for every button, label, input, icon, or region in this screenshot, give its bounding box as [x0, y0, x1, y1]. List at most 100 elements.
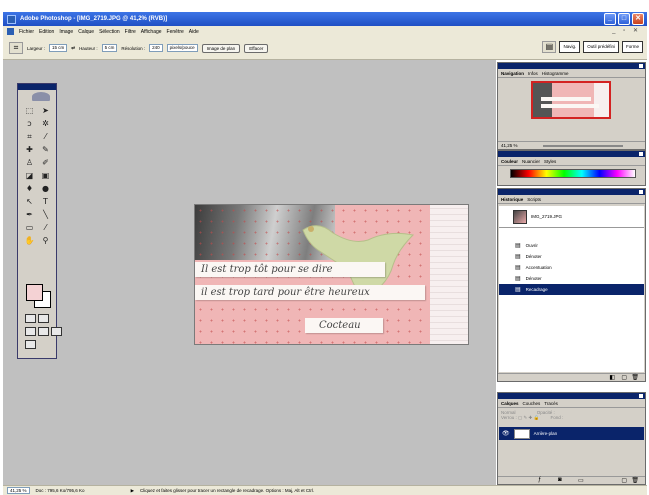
history-item[interactable]: ▤ Dénoter [499, 251, 644, 262]
path-selection-tool-icon[interactable]: ↖ [23, 197, 36, 207]
history-brush-tool-icon[interactable]: ✐ [39, 158, 52, 168]
navigator-titlebar[interactable] [498, 63, 645, 69]
brush-tool-icon[interactable]: ✎ [39, 145, 52, 155]
full-screen-menu-mode-icon[interactable] [38, 327, 49, 336]
swap-icon[interactable]: ⇄ [71, 45, 75, 51]
maximize-button[interactable]: □ [618, 13, 630, 25]
new-document-icon[interactable]: ▢ [621, 374, 627, 381]
quote-strip-1: Il est trop tôt pour se dire [195, 262, 385, 277]
standard-mode-icon[interactable] [25, 314, 36, 323]
standard-screen-mode-icon[interactable] [25, 327, 36, 336]
type-tool-icon[interactable]: T [39, 197, 52, 207]
tool-presets-tab[interactable]: Outil prédéfini [583, 41, 619, 53]
resolution-unit-select[interactable]: pixels/pouce [166, 44, 198, 52]
shape-tool-icon[interactable]: ╲ [39, 210, 52, 220]
new-layer-icon[interactable]: ▢ [621, 477, 627, 484]
magic-wand-tool-icon[interactable]: ✲ [39, 119, 52, 129]
tab-color[interactable]: Couleur [501, 159, 518, 164]
tool-grid: ⬚ ➤ ↄ ✲ ⌗ ⁄ ✚ ✎ ♙ ✐ ◪ ▣ ♦ ● ↖ T ✒ ╲ ▭ ⁄ … [23, 106, 53, 246]
color-titlebar[interactable] [498, 151, 645, 157]
navigator-thumbnail[interactable] [531, 81, 611, 119]
document-window-controls[interactable]: _ ▫ ✕ [612, 27, 641, 34]
notes-tool-icon[interactable]: ▭ [23, 223, 36, 233]
history-snapshot[interactable]: IMG_2719.JPG [499, 206, 644, 228]
history-item[interactable]: ▤ Dénoter [499, 273, 644, 284]
crop-tool-icon[interactable]: ⌗ [9, 42, 23, 54]
blur-tool-icon[interactable]: ♦ [23, 184, 36, 194]
pen-tool-icon[interactable]: ✒ [23, 210, 36, 220]
color-spectrum[interactable] [510, 169, 636, 178]
tab-channels[interactable]: Couches [523, 401, 541, 406]
crop-tool-icon[interactable]: ⌗ [23, 132, 36, 142]
healing-brush-tool-icon[interactable]: ✚ [23, 145, 36, 155]
tab-swatches[interactable]: Nuancier [522, 159, 540, 164]
layer-style-icon[interactable]: ƒ [538, 477, 541, 483]
zoom-field[interactable]: 41,25 % [7, 487, 30, 494]
tab-actions[interactable]: Scripts [527, 197, 541, 202]
new-folder-icon[interactable]: ▭ [578, 477, 584, 484]
front-image-button[interactable]: Image de plan [201, 43, 241, 53]
lock-icons[interactable]: ▢ ✎ ✚ 🔒 [518, 415, 539, 420]
slice-tool-icon[interactable]: ⁄ [39, 132, 52, 142]
clear-button[interactable]: Effacer [244, 43, 269, 53]
full-screen-mode-icon[interactable] [51, 327, 62, 336]
close-button[interactable]: ✕ [632, 13, 644, 25]
height-input[interactable]: 5 cm [101, 44, 118, 52]
menu-filter[interactable]: Filtre [125, 29, 136, 35]
history-item[interactable]: ▤ Accentuation [499, 262, 644, 273]
layers-titlebar[interactable] [498, 393, 645, 399]
document-canvas[interactable]: Il est trop tôt pour se dire il est trop… [194, 204, 469, 345]
minimize-button[interactable]: _ [604, 13, 616, 25]
gradient-tool-icon[interactable]: ▣ [39, 171, 52, 181]
new-snapshot-icon[interactable]: ◧ [609, 374, 615, 381]
layer-mask-icon[interactable]: ◙ [558, 477, 562, 483]
palette-well: ▤ Navig. Outil prédéfini Forme [542, 41, 643, 53]
tab-history[interactable]: Historique [501, 197, 523, 202]
tab-histogram[interactable]: Histogramme [542, 71, 569, 76]
marquee-tool-icon[interactable]: ⬚ [23, 106, 36, 116]
menu-app-icon[interactable] [7, 28, 14, 35]
move-tool-icon[interactable]: ➤ [39, 106, 52, 116]
file-browser-tab[interactable]: Navig. [559, 41, 581, 53]
menu-help[interactable]: Aide [189, 29, 199, 35]
menu-file[interactable]: Fichier [19, 29, 34, 35]
resolution-input[interactable]: 240 [149, 44, 163, 52]
eye-icon[interactable]: 👁 [502, 430, 510, 437]
trash-icon[interactable]: 🗑 [631, 374, 639, 381]
menu-window[interactable]: Fenêtre [167, 29, 184, 35]
toolbox-titlebar[interactable] [18, 84, 56, 90]
navigator-zoom-slider[interactable] [543, 145, 623, 147]
quick-mask-mode-icon[interactable] [38, 314, 49, 323]
adobe-online-icon[interactable] [32, 92, 50, 101]
history-item[interactable]: ▤ Ouvrir [499, 240, 644, 251]
brushes-tab[interactable]: Forme [621, 41, 643, 53]
menu-view[interactable]: Affichage [141, 29, 162, 35]
jump-to-imageready-icon[interactable] [25, 340, 36, 349]
history-step-icon: ▤ [515, 265, 521, 271]
menu-select[interactable]: Sélection [99, 29, 120, 35]
trash-icon[interactable]: 🗑 [631, 477, 639, 484]
file-browser-icon[interactable]: ▤ [542, 41, 557, 53]
width-input[interactable]: 15 cm [49, 44, 68, 52]
dodge-tool-icon[interactable]: ● [39, 184, 52, 194]
menu-layer[interactable]: Calque [78, 29, 94, 35]
layer-row-background[interactable]: 👁 Arrière-plan [499, 427, 644, 440]
eraser-tool-icon[interactable]: ◪ [23, 171, 36, 181]
navigator-zoom-value[interactable]: 41,25 % [501, 143, 518, 148]
status-arrow-icon[interactable]: ▶ [131, 488, 134, 494]
tab-styles[interactable]: Styles [544, 159, 556, 164]
tab-info[interactable]: Infos [528, 71, 538, 76]
eyedropper-tool-icon[interactable]: ⁄ [39, 223, 52, 233]
menu-image[interactable]: Image [59, 29, 73, 35]
tab-navigator[interactable]: Navigation [501, 71, 524, 76]
history-item-active[interactable]: ▤ Recadrage [499, 284, 644, 295]
history-titlebar[interactable] [498, 189, 645, 195]
zoom-tool-icon[interactable]: ⚲ [39, 236, 52, 246]
lasso-tool-icon[interactable]: ↄ [23, 119, 36, 129]
menu-edit[interactable]: Edition [39, 29, 54, 35]
foreground-color-swatch[interactable] [26, 284, 43, 301]
hand-tool-icon[interactable]: ✋ [23, 236, 36, 246]
tab-paths[interactable]: Tracés [544, 401, 558, 406]
tab-layers[interactable]: Calques [501, 401, 519, 406]
clone-stamp-tool-icon[interactable]: ♙ [23, 158, 36, 168]
